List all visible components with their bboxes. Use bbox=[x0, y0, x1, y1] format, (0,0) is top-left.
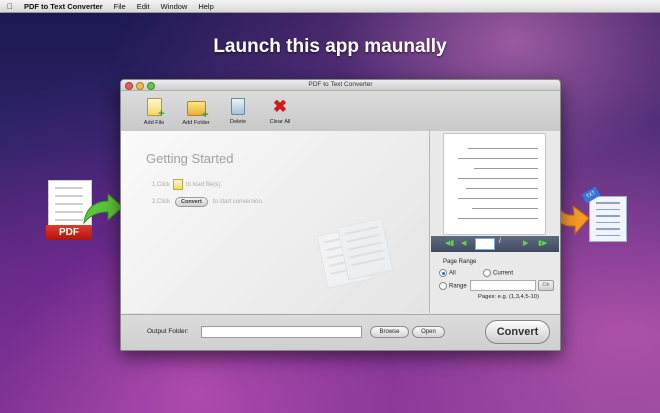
menu-bar:  PDF to Text Converter File Edit Window… bbox=[0, 0, 660, 13]
getting-started-step-1: 1.Click to load file(s). bbox=[152, 179, 222, 190]
delete-button[interactable]: Delete bbox=[220, 98, 256, 125]
browse-button[interactable]: Browse bbox=[370, 326, 409, 338]
first-page-icon[interactable]: ◀▮ bbox=[445, 239, 454, 247]
menu-edit[interactable]: Edit bbox=[137, 2, 150, 11]
menu-window[interactable]: Window bbox=[161, 2, 188, 11]
delete-label: Delete bbox=[229, 119, 247, 125]
getting-started-title: Getting Started bbox=[146, 151, 234, 166]
app-window: PDF to Text Converter Add File Add Folde… bbox=[120, 79, 561, 351]
radio-range-label: Range bbox=[449, 283, 467, 290]
add-file-button[interactable]: Add File bbox=[136, 98, 172, 126]
page-range-group: Page Range All Current Range Ok Pages: e… bbox=[430, 255, 560, 313]
radio-all-label: All bbox=[449, 270, 456, 277]
page-preview bbox=[443, 133, 546, 235]
page-navigator: ◀▮ ◀ / ▶ ▮▶ bbox=[431, 236, 559, 252]
desktop-background:  PDF to Text Converter File Edit Window… bbox=[0, 0, 660, 413]
previous-page-icon[interactable]: ◀ bbox=[461, 239, 466, 247]
last-page-icon[interactable]: ▮▶ bbox=[538, 239, 547, 247]
step1-prefix: 1.Click bbox=[152, 181, 171, 188]
add-folder-label: Add Folder bbox=[182, 120, 210, 126]
step2-suffix: to start conversion. bbox=[212, 199, 264, 205]
step1-suffix: to load file(s). bbox=[186, 181, 223, 188]
radio-range-indicator[interactable] bbox=[439, 282, 447, 290]
txt-document-icon: TXT bbox=[581, 186, 627, 242]
radio-all-indicator[interactable] bbox=[439, 269, 447, 277]
page-number-input[interactable] bbox=[475, 238, 495, 250]
menu-file[interactable]: File bbox=[114, 2, 126, 11]
radio-all[interactable]: All bbox=[439, 269, 456, 277]
range-ok-button[interactable]: Ok bbox=[538, 280, 554, 291]
menu-app-name[interactable]: PDF to Text Converter bbox=[24, 2, 103, 11]
menu-help[interactable]: Help bbox=[198, 2, 213, 11]
page-separator: / bbox=[499, 238, 501, 245]
radio-current-label: Current bbox=[493, 270, 514, 277]
window-title: PDF to Text Converter bbox=[308, 81, 373, 88]
radio-current-indicator[interactable] bbox=[483, 269, 491, 277]
red-x-icon: ✖ bbox=[272, 97, 288, 116]
toolbar: Add File Add Folder Delete ✖ Clear All bbox=[121, 91, 560, 132]
apple-menu-icon[interactable]:  bbox=[7, 2, 13, 11]
next-page-icon[interactable]: ▶ bbox=[523, 239, 528, 247]
promo-headline: Launch this app maunally bbox=[213, 36, 447, 57]
file-list-area[interactable]: Getting Started 1.Click to load file(s).… bbox=[121, 131, 430, 313]
preview-panel: ◀▮ ◀ / ▶ ▮▶ Page Range All Current Range bbox=[430, 131, 560, 313]
documents-watermark-icon bbox=[316, 215, 407, 290]
open-button[interactable]: Open bbox=[412, 326, 445, 338]
output-folder-field[interactable] bbox=[201, 326, 362, 338]
step2-prefix: 2.Click bbox=[152, 199, 171, 205]
radio-range[interactable]: Range bbox=[439, 282, 467, 290]
trash-icon bbox=[231, 98, 245, 115]
pages-hint: Pages: e.g. (1,3,4,5-10) bbox=[478, 294, 539, 300]
getting-started-step-2: 2.Click Convert to start conversion. bbox=[152, 197, 264, 207]
add-folder-icon bbox=[186, 101, 209, 120]
range-input[interactable] bbox=[470, 280, 536, 291]
clear-all-label: Clear All bbox=[269, 119, 291, 125]
page-range-title: Page Range bbox=[443, 259, 477, 265]
add-folder-button[interactable]: Add Folder bbox=[178, 98, 214, 126]
green-arrow-icon bbox=[83, 193, 124, 225]
output-folder-label: Output Folder: bbox=[147, 328, 189, 335]
window-titlebar[interactable]: PDF to Text Converter bbox=[121, 80, 560, 91]
txt-paper bbox=[589, 196, 627, 242]
add-file-icon bbox=[146, 98, 165, 119]
clear-all-button[interactable]: ✖ Clear All bbox=[262, 98, 298, 125]
add-file-mini-icon bbox=[173, 179, 184, 190]
radio-current[interactable]: Current bbox=[483, 269, 513, 277]
output-bar: Output Folder: Browse Open Convert bbox=[121, 314, 560, 350]
convert-button[interactable]: Convert bbox=[485, 320, 550, 344]
add-file-label: Add File bbox=[143, 120, 165, 126]
convert-mini-button: Convert bbox=[175, 197, 208, 207]
